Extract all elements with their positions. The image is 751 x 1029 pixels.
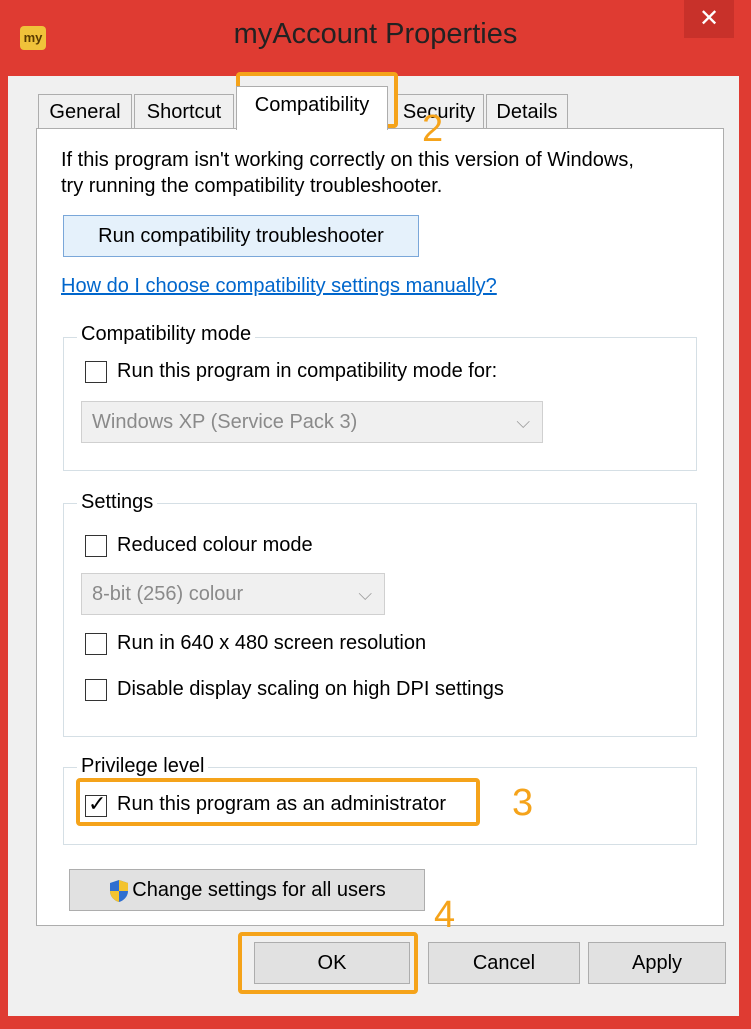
chevron-down-icon: ⌵ <box>516 412 530 432</box>
title-bar[interactable]: my myAccount Properties ✕ <box>0 0 751 80</box>
reduced-colour-checkbox[interactable] <box>85 535 107 557</box>
close-button[interactable]: ✕ <box>684 0 734 38</box>
tab-general[interactable]: General <box>38 94 132 128</box>
compat-os-select-value: Windows XP (Service Pack 3) <box>92 411 358 433</box>
privilege-level-group-label: Privilege level <box>77 755 209 778</box>
highlight-run-as-admin <box>76 778 480 826</box>
step-4-label: 4 <box>434 894 456 936</box>
step-2-label: 2 <box>422 108 444 150</box>
change-settings-label: Change settings for all users <box>132 879 386 901</box>
tab-shortcut[interactable]: Shortcut <box>134 94 234 128</box>
window-title: myAccount Properties <box>233 18 518 50</box>
step-3-label: 3 <box>512 782 534 824</box>
dpi-scaling-checkbox[interactable] <box>85 679 107 701</box>
compat-os-select[interactable]: Windows XP (Service Pack 3) ⌵ <box>81 401 543 443</box>
chevron-down-icon: ⌵ <box>358 584 372 604</box>
res640-label: Run in 640 x 480 screen resolution <box>117 632 427 654</box>
compatibility-mode-group-label: Compatibility mode <box>77 323 256 346</box>
colour-depth-select-value: 8-bit (256) colour <box>92 583 244 605</box>
tab-compatibility[interactable]: Compatibility <box>236 86 388 130</box>
cancel-button[interactable]: Cancel <box>428 942 580 984</box>
compat-mode-label: Run this program in compatibility mode f… <box>117 360 498 382</box>
properties-window: my myAccount Properties ✕ General Shortc… <box>0 0 751 1029</box>
help-link[interactable]: How do I choose compatibility settings m… <box>61 275 497 298</box>
change-settings-all-users-button[interactable]: Change settings for all users <box>69 869 425 911</box>
apply-button[interactable]: Apply <box>588 942 726 984</box>
uac-shield-icon <box>110 879 129 902</box>
res640-checkbox[interactable] <box>85 633 107 655</box>
highlight-ok-button <box>238 932 418 994</box>
dialog-client-area: General Shortcut Compatibility Security … <box>8 72 739 1016</box>
close-icon: ✕ <box>698 5 720 32</box>
compat-mode-checkbox[interactable] <box>85 361 107 383</box>
dpi-scaling-label: Disable display scaling on high DPI sett… <box>117 678 504 700</box>
tab-details[interactable]: Details <box>486 94 568 128</box>
intro-text-line1: If this program isn't working correctly … <box>61 149 634 171</box>
run-troubleshooter-button[interactable]: Run compatibility troubleshooter <box>63 215 419 257</box>
settings-group-label: Settings <box>77 491 158 514</box>
intro-text-line2: try running the compatibility troublesho… <box>61 175 443 197</box>
reduced-colour-label: Reduced colour mode <box>117 534 313 556</box>
colour-depth-select[interactable]: 8-bit (256) colour ⌵ <box>81 573 385 615</box>
